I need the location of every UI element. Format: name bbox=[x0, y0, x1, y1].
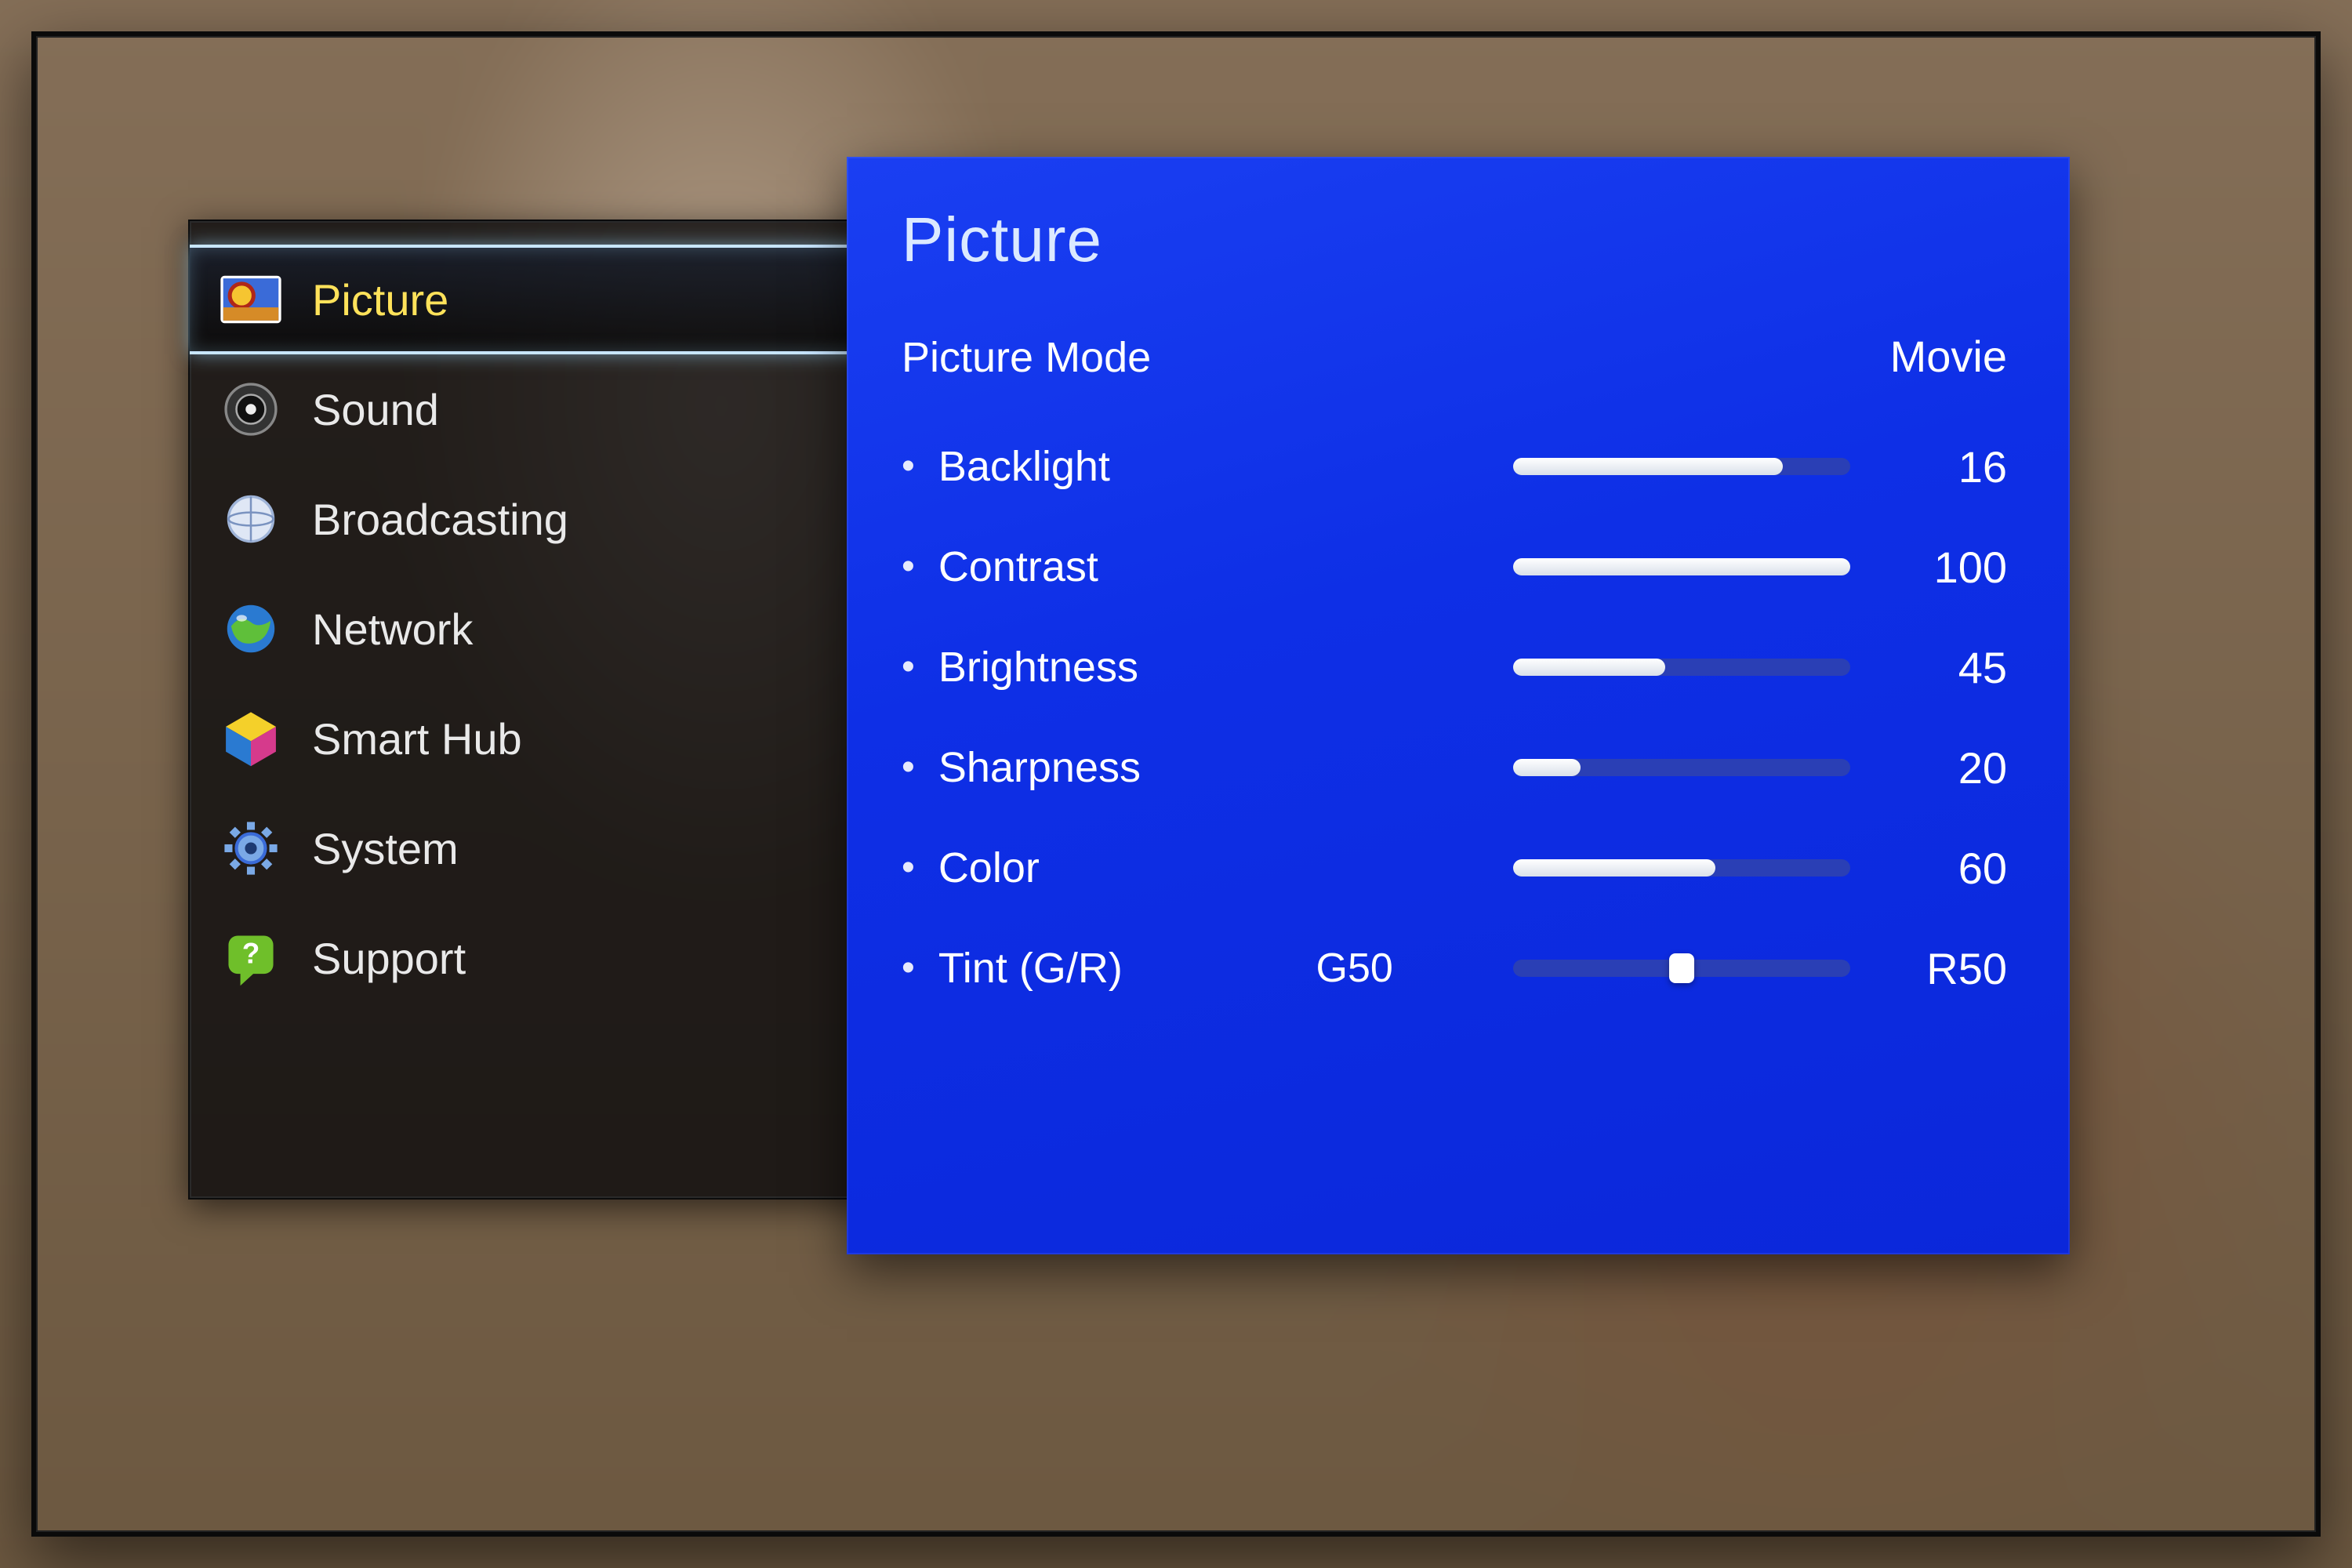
setting-slider-sharpness[interactable] bbox=[1513, 759, 1850, 776]
slider-fill bbox=[1513, 859, 1715, 877]
sidebar-item-network[interactable]: Network bbox=[190, 574, 892, 684]
bullet-icon: • bbox=[902, 749, 915, 786]
slider-thumb[interactable] bbox=[1669, 953, 1694, 983]
setting-value: 60 bbox=[1889, 843, 2007, 894]
setting-label: Brightness bbox=[938, 643, 1276, 691]
setting-row-contrast[interactable]: • Contrast 100 bbox=[902, 517, 2007, 617]
sidebar-item-smart-hub[interactable]: Smart Hub bbox=[190, 684, 892, 793]
setting-slider-contrast[interactable] bbox=[1513, 558, 1850, 575]
sidebar-item-label: Sound bbox=[312, 384, 439, 435]
picture-mode-row[interactable]: Picture Mode Movie bbox=[902, 331, 2007, 382]
globe-icon bbox=[218, 596, 284, 662]
cube-icon bbox=[218, 706, 284, 771]
speaker-icon bbox=[218, 376, 284, 442]
antenna-icon bbox=[218, 486, 284, 552]
setting-label: Tint (G/R) bbox=[938, 944, 1276, 993]
setting-value: 16 bbox=[1889, 441, 2007, 492]
sidebar-item-label: Support bbox=[312, 933, 466, 984]
sidebar-item-support[interactable]: ? Support bbox=[190, 903, 892, 1013]
balloon-icon bbox=[218, 267, 284, 332]
sidebar-item-label: Picture bbox=[312, 274, 448, 325]
slider-fill bbox=[1513, 458, 1783, 475]
sidebar-item-label: Smart Hub bbox=[312, 713, 522, 764]
setting-label: Backlight bbox=[938, 442, 1276, 491]
bullet-icon: • bbox=[902, 648, 915, 686]
sidebar-item-system[interactable]: System bbox=[190, 793, 892, 903]
setting-slider-backlight[interactable] bbox=[1513, 458, 1850, 475]
setting-row-sharpness[interactable]: • Sharpness 20 bbox=[902, 717, 2007, 818]
bullet-icon: • bbox=[902, 849, 915, 887]
setting-left-value: G50 bbox=[1276, 945, 1393, 992]
sidebar-item-broadcasting[interactable]: Broadcasting bbox=[190, 464, 892, 574]
bullet-icon: • bbox=[902, 448, 915, 485]
question-icon: ? bbox=[218, 925, 284, 991]
setting-value: R50 bbox=[1889, 943, 2007, 994]
panel-title: Picture bbox=[902, 204, 2007, 276]
setting-row-brightness[interactable]: • Brightness 45 bbox=[902, 617, 2007, 717]
setting-row-backlight[interactable]: • Backlight 16 bbox=[902, 416, 2007, 517]
setting-value: 45 bbox=[1889, 642, 2007, 693]
bullet-icon: • bbox=[902, 548, 915, 586]
setting-value: 20 bbox=[1889, 742, 2007, 793]
sidebar-item-label: Broadcasting bbox=[312, 494, 568, 545]
setting-label: Contrast bbox=[938, 543, 1276, 591]
sidebar-item-picture[interactable]: Picture bbox=[190, 245, 892, 354]
svg-text:?: ? bbox=[242, 938, 260, 970]
picture-mode-label: Picture Mode bbox=[902, 333, 1151, 382]
sidebar-item-sound[interactable]: Sound bbox=[190, 354, 892, 464]
setting-row-tint[interactable]: • Tint (G/R)G50 R50 bbox=[902, 918, 2007, 1018]
setting-row-color[interactable]: • Color 60 bbox=[902, 818, 2007, 918]
setting-label: Color bbox=[938, 844, 1276, 892]
setting-slider-tint[interactable] bbox=[1513, 960, 1850, 977]
setting-value: 100 bbox=[1889, 542, 2007, 593]
gear-icon bbox=[218, 815, 284, 881]
settings-list: • Backlight 16 • Contrast 100 • Brightness 45 • Sh… bbox=[902, 416, 2007, 1018]
setting-slider-brightness[interactable] bbox=[1513, 659, 1850, 676]
bullet-icon: • bbox=[902, 949, 915, 987]
settings-sidebar: Picture Sound Broadcasting Network Smart Hub… bbox=[188, 220, 894, 1200]
slider-fill bbox=[1513, 759, 1581, 776]
picture-mode-value: Movie bbox=[1890, 331, 2007, 382]
setting-slider-color[interactable] bbox=[1513, 859, 1850, 877]
setting-label: Sharpness bbox=[938, 743, 1276, 792]
slider-fill bbox=[1513, 558, 1850, 575]
sidebar-item-label: System bbox=[312, 823, 459, 874]
sidebar-item-label: Network bbox=[312, 604, 473, 655]
picture-settings-panel: Picture Picture Mode Movie •Backlight16•… bbox=[847, 157, 2070, 1254]
slider-fill bbox=[1513, 659, 1665, 676]
